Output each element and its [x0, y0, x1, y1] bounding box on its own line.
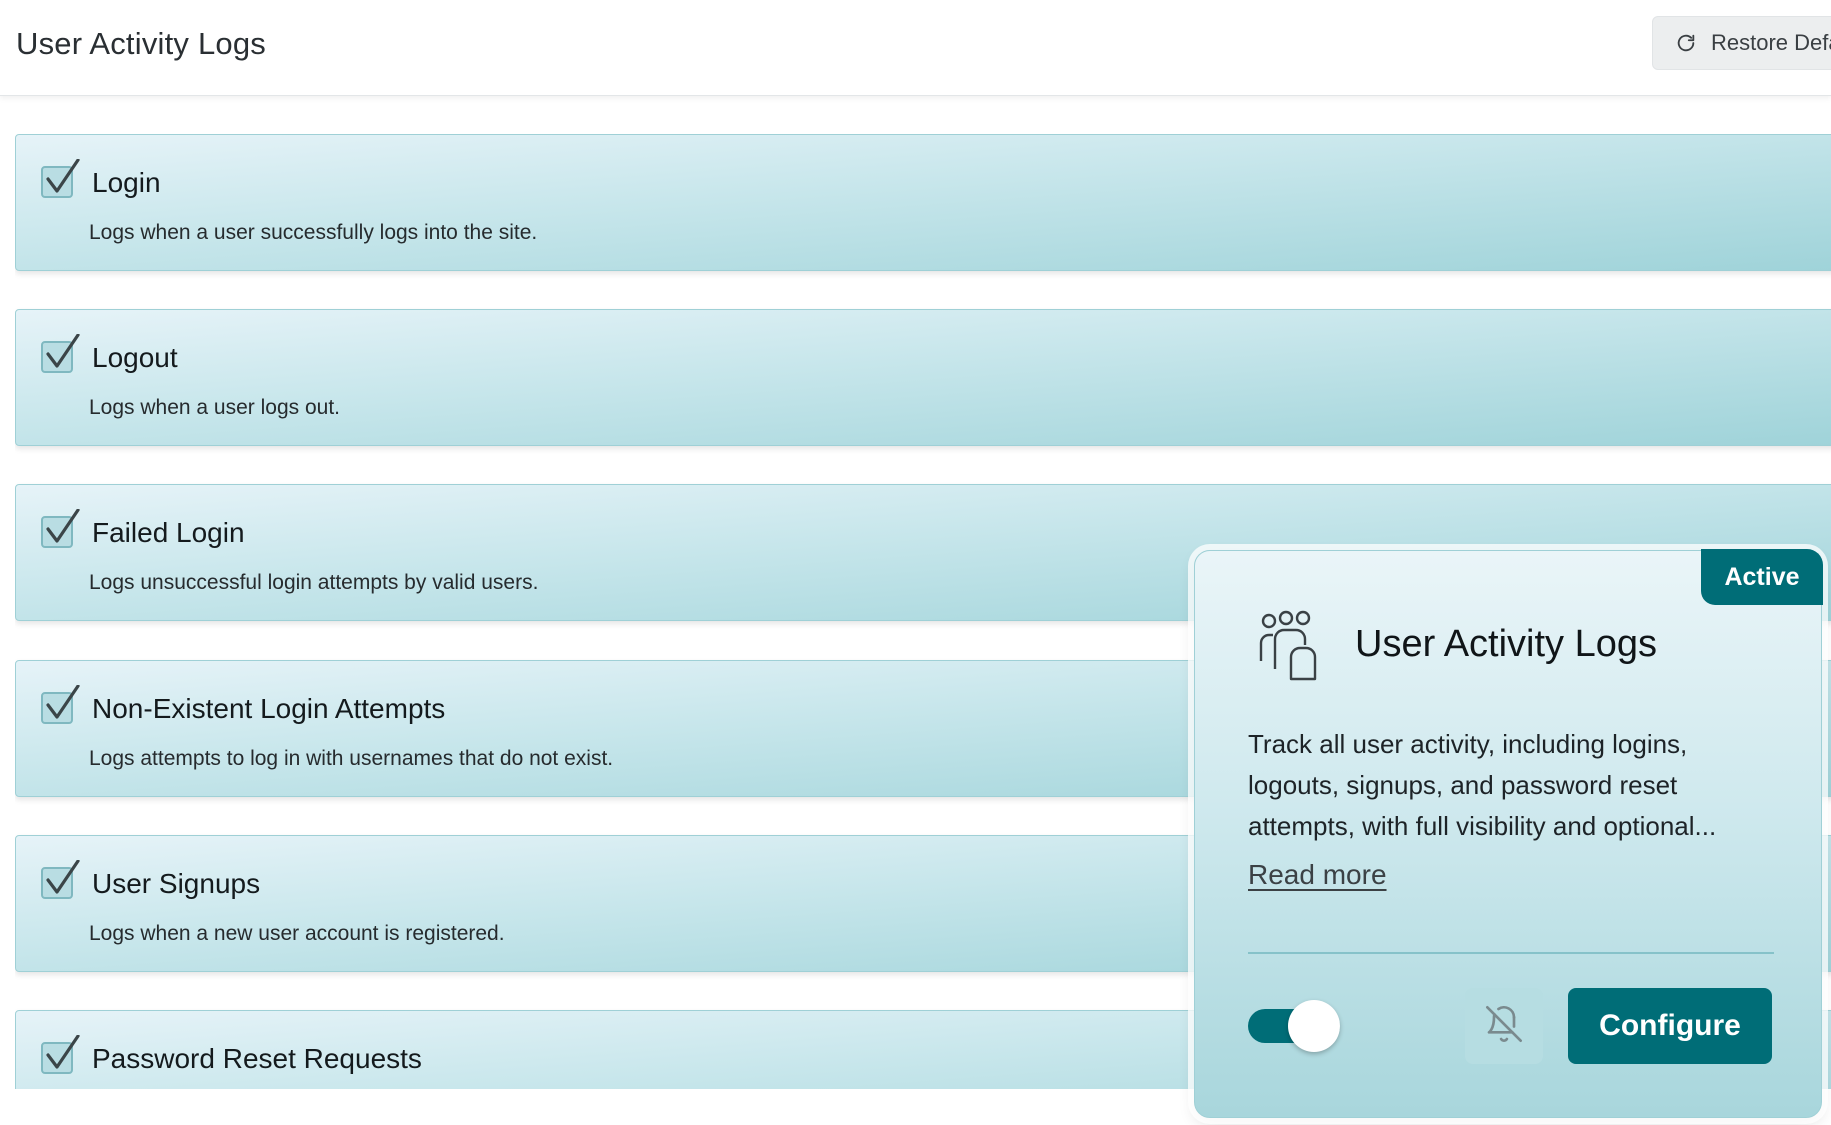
event-description: Logs when a new user account is register…	[89, 922, 505, 945]
event-row-login[interactable]: Login Logs when a user successfully logs…	[15, 134, 1831, 271]
page-title: User Activity Logs	[16, 26, 266, 61]
bell-off-icon	[1484, 1004, 1524, 1049]
refresh-icon	[1675, 32, 1697, 54]
event-title: Password Reset Requests	[92, 1043, 422, 1074]
card-divider	[1248, 952, 1774, 954]
checkbox-checked-icon[interactable]	[40, 1034, 80, 1075]
notifications-button[interactable]	[1465, 988, 1543, 1064]
checkbox-checked-icon[interactable]	[40, 859, 80, 900]
read-more-link[interactable]: Read more	[1248, 859, 1387, 891]
event-row-logout[interactable]: Logout Logs when a user logs out.	[15, 309, 1831, 446]
event-title: User Signups	[92, 868, 261, 899]
status-badge: Active	[1701, 549, 1823, 605]
checkbox-checked-icon[interactable]	[40, 508, 80, 549]
event-title: Logout	[92, 342, 178, 373]
card-description: Track all user activity, including login…	[1248, 729, 1717, 841]
addon-card: Active User Activity Logs Track all user…	[1194, 549, 1823, 1118]
event-description: Logs attempts to log in with usernames t…	[89, 747, 614, 770]
enable-toggle[interactable]	[1248, 1000, 1340, 1052]
users-group-icon	[1255, 609, 1331, 681]
checkbox-checked-icon[interactable]	[40, 158, 80, 199]
event-description: Logs unsuccessful login attempts by vali…	[89, 571, 539, 594]
restore-defaults-label: Restore Defa	[1711, 30, 1831, 55]
checkbox-checked-icon[interactable]	[40, 684, 80, 725]
event-description: Logs when a user logs out.	[89, 396, 340, 419]
event-title: Login	[92, 167, 161, 198]
top-bar: User Activity Logs Restore Defa	[0, 0, 1831, 96]
checkbox-checked-icon[interactable]	[40, 333, 80, 374]
event-title: Non-Existent Login Attempts	[92, 693, 446, 724]
card-title: User Activity Logs	[1355, 623, 1657, 665]
event-description: Logs when a user successfully logs into …	[89, 221, 538, 244]
toggle-knob	[1288, 1000, 1340, 1052]
event-title: Failed Login	[92, 517, 245, 548]
configure-button[interactable]: Configure	[1568, 988, 1772, 1064]
restore-defaults-button[interactable]: Restore Defa	[1652, 16, 1831, 70]
